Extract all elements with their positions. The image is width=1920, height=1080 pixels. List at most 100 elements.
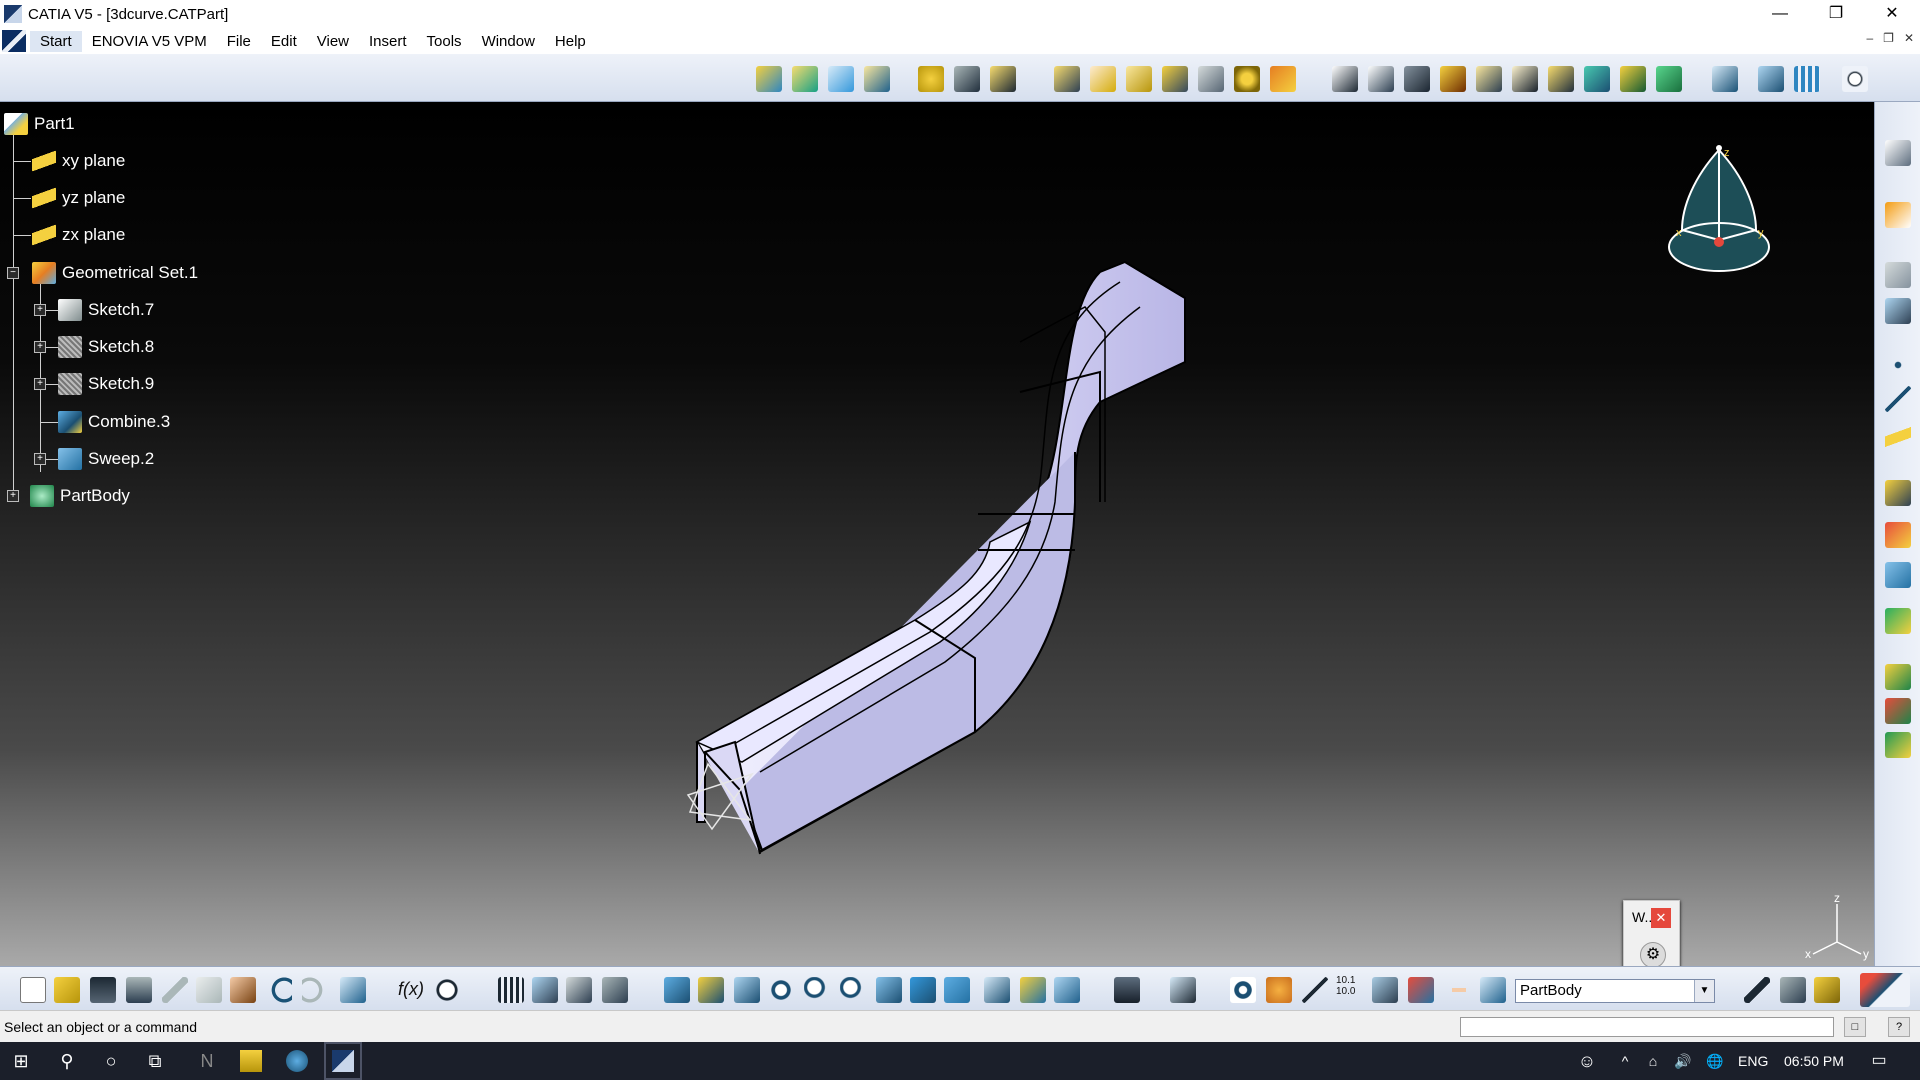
boolean-icon[interactable] xyxy=(1885,480,1911,506)
tray-overflow-icon[interactable]: ^ xyxy=(1614,1050,1636,1072)
dialog-close-button[interactable]: ✕ xyxy=(1651,908,1671,928)
boundary-icon[interactable] xyxy=(1162,66,1188,92)
law-icon[interactable] xyxy=(1404,66,1430,92)
extract-icon[interactable] xyxy=(1198,66,1224,92)
reference-element-icon[interactable] xyxy=(1885,298,1911,324)
rib-icon[interactable] xyxy=(1620,66,1646,92)
analysis-icon[interactable] xyxy=(1758,66,1784,92)
zoom-in-icon[interactable] xyxy=(804,977,830,1003)
translate-icon[interactable] xyxy=(1270,66,1296,92)
transformation-icon[interactable] xyxy=(1885,562,1911,588)
render-icon[interactable] xyxy=(1885,698,1911,724)
split-icon[interactable] xyxy=(1090,66,1116,92)
annotation-icon[interactable] xyxy=(1885,262,1911,288)
fillet-icon[interactable] xyxy=(1234,66,1260,92)
formula-icon[interactable]: f(x) xyxy=(398,979,424,1000)
hole-icon[interactable] xyxy=(1584,66,1610,92)
catia-menu-logo-icon[interactable] xyxy=(2,30,26,52)
line-icon[interactable] xyxy=(1885,386,1911,412)
minimize-button[interactable]: — xyxy=(1752,0,1808,28)
cortana-icon[interactable]: ○ xyxy=(100,1050,122,1072)
plane-tool-icon[interactable] xyxy=(1885,424,1911,450)
table-icon[interactable] xyxy=(498,977,524,1003)
gear-icon[interactable]: ⚙ xyxy=(1640,942,1666,966)
close-button[interactable]: ✕ xyxy=(1864,0,1920,28)
network-globe-icon[interactable]: 🌐 xyxy=(1704,1050,1726,1072)
catia-logo-icon[interactable] xyxy=(1860,973,1910,1007)
task-view-icon[interactable]: ⧉ xyxy=(144,1050,166,1072)
menu-enovia[interactable]: ENOVIA V5 VPM xyxy=(82,31,217,52)
catia-taskbar-icon[interactable] xyxy=(324,1042,362,1080)
pan-icon[interactable] xyxy=(734,977,760,1003)
multi-view-icon[interactable] xyxy=(910,977,936,1003)
analysis-tool-icon[interactable] xyxy=(1885,732,1911,758)
constraint-icon[interactable] xyxy=(1885,608,1911,634)
normal-view-icon[interactable] xyxy=(876,977,902,1003)
command-input[interactable] xyxy=(1460,1017,1834,1037)
axis-system-icon[interactable] xyxy=(1302,977,1328,1003)
measure-icon[interactable] xyxy=(1712,66,1738,92)
edge-browser-icon[interactable] xyxy=(286,1050,308,1072)
measure-item-icon[interactable] xyxy=(1780,977,1806,1003)
rotate-icon[interactable] xyxy=(768,977,794,1003)
zoom-out-icon[interactable] xyxy=(840,977,866,1003)
fill-icon[interactable] xyxy=(864,66,890,92)
chevron-down-icon[interactable]: ▼ xyxy=(1694,980,1714,1002)
cut-icon[interactable] xyxy=(162,977,188,1003)
hierarchy-icon[interactable] xyxy=(532,977,558,1003)
volume-icon[interactable]: 🔊 xyxy=(1672,1050,1694,1072)
restore-button[interactable]: ❐ xyxy=(1808,0,1864,28)
measure-inertia-icon[interactable] xyxy=(1814,977,1840,1003)
view-fit-icon[interactable] xyxy=(1842,66,1868,92)
define-in-work-object-icon[interactable] xyxy=(1480,977,1506,1003)
hide-show-icon[interactable] xyxy=(1020,977,1046,1003)
hand-icon[interactable] xyxy=(1266,977,1292,1003)
whats-this-icon[interactable] xyxy=(340,977,366,1003)
compass-handle[interactable] xyxy=(1716,145,1722,151)
work-on-support-icon[interactable] xyxy=(1372,977,1398,1003)
spiral-icon[interactable] xyxy=(1230,977,1256,1003)
blend-icon[interactable] xyxy=(954,66,980,92)
menu-view[interactable]: View xyxy=(307,31,359,52)
menu-start[interactable]: Start xyxy=(30,30,82,52)
update-icon[interactable] xyxy=(1170,977,1196,1003)
mdi-restore-button[interactable]: ❐ xyxy=(1883,31,1894,45)
compass-widget[interactable]: z x y xyxy=(1664,132,1774,282)
snap-icon[interactable] xyxy=(1408,977,1434,1003)
sphere-icon[interactable] xyxy=(918,66,944,92)
copy-icon[interactable] xyxy=(196,977,222,1003)
shading-icon[interactable] xyxy=(984,977,1010,1003)
paste-icon[interactable] xyxy=(230,977,256,1003)
undo-icon[interactable] xyxy=(266,977,292,1003)
swap-visible-icon[interactable] xyxy=(1054,977,1080,1003)
section-icon[interactable] xyxy=(1368,66,1394,92)
camera-icon[interactable] xyxy=(1114,977,1140,1003)
groove-icon[interactable] xyxy=(1548,66,1574,92)
search-icon[interactable]: ⚲ xyxy=(56,1050,78,1072)
join-icon[interactable] xyxy=(1054,66,1080,92)
3d-viewport[interactable]: Part1 xy plane yz plane zx plane − Geome… xyxy=(0,102,1874,966)
param-icon[interactable] xyxy=(602,977,628,1003)
apply-material-icon[interactable] xyxy=(1885,664,1911,690)
grid-icon[interactable] xyxy=(1794,66,1820,92)
sketch-tool-icon[interactable] xyxy=(1885,140,1911,166)
status-help-button[interactable]: ? xyxy=(1888,1017,1910,1037)
pocket-icon[interactable] xyxy=(1476,66,1502,92)
dress-up-icon[interactable] xyxy=(1885,522,1911,548)
measure-between-icon[interactable] xyxy=(1744,977,1770,1003)
select-arrow-icon[interactable] xyxy=(1885,202,1911,228)
loft-icon[interactable] xyxy=(990,66,1016,92)
sweep-icon[interactable] xyxy=(828,66,854,92)
menu-help[interactable]: Help xyxy=(545,31,596,52)
clock[interactable]: 06:50 PM xyxy=(1784,1053,1844,1069)
trim-icon[interactable] xyxy=(1126,66,1152,92)
fly-mode-icon[interactable] xyxy=(664,977,690,1003)
status-window-button[interactable]: □ xyxy=(1844,1017,1866,1037)
file-explorer-icon[interactable] xyxy=(240,1050,262,1072)
slot-icon[interactable] xyxy=(1656,66,1682,92)
knowledge-icon[interactable] xyxy=(434,977,460,1003)
lock-icon[interactable] xyxy=(566,977,592,1003)
menu-window[interactable]: Window xyxy=(472,31,545,52)
print-icon[interactable] xyxy=(126,977,152,1003)
scale-readout[interactable]: 10.1 10.0 xyxy=(1336,975,1355,997)
